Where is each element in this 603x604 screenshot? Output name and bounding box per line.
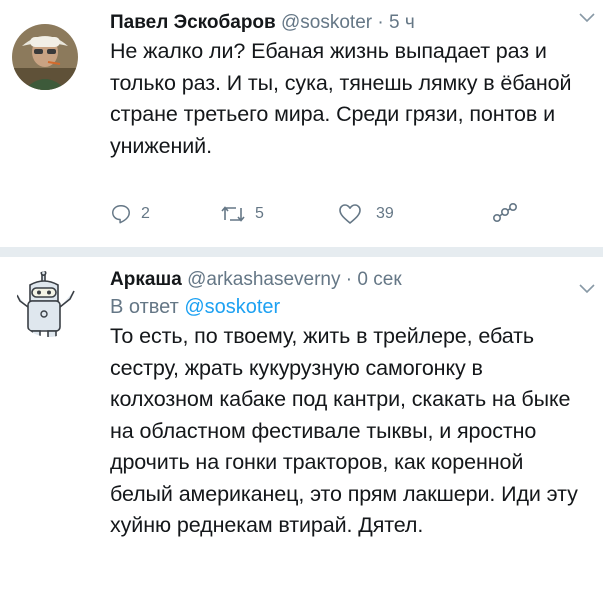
reply-count: 2 xyxy=(141,205,150,222)
retweet-button[interactable]: 5 xyxy=(220,203,264,225)
avatar[interactable] xyxy=(16,271,82,337)
chevron-down-icon[interactable] xyxy=(579,281,595,297)
tweet-text: Не жалко ли? Ебаная жизнь выпадает раз и… xyxy=(110,39,572,158)
username[interactable]: @arkashaseverny xyxy=(187,269,340,290)
chevron-down-icon[interactable] xyxy=(579,10,595,26)
heart-icon xyxy=(338,203,362,225)
username[interactable]: @soskoter xyxy=(281,12,372,33)
reply-context: В ответ @soskoter xyxy=(110,293,589,321)
share-button[interactable] xyxy=(492,203,518,225)
like-button[interactable]: 39 xyxy=(338,203,394,225)
tweet-2[interactable]: Аркаша @arkashaseverny · 0 сек В ответ @… xyxy=(0,257,603,604)
reply-icon xyxy=(110,203,132,225)
display-name[interactable]: Павел Эскобаров xyxy=(110,12,276,33)
timestamp[interactable]: 0 сек xyxy=(357,269,401,290)
reply-mention-link[interactable]: @soskoter xyxy=(184,296,280,318)
reply-button[interactable]: 2 xyxy=(110,203,150,225)
separator-dot: · xyxy=(377,12,384,33)
tweet-1[interactable]: Павел Эскобаров @soskoter · 5 ч Не жалко… xyxy=(0,0,603,247)
display-name[interactable]: Аркаша xyxy=(110,269,182,290)
tweet-header: Павел Эскобаров @soskoter · 5 ч xyxy=(110,10,589,36)
avatar[interactable] xyxy=(12,24,78,90)
timestamp[interactable]: 5 ч xyxy=(389,12,415,33)
share-icon xyxy=(492,203,518,225)
robot-avatar-icon xyxy=(16,271,75,337)
tweet-header: Аркаша @arkashaseverny · 0 сек xyxy=(110,267,589,293)
like-count: 39 xyxy=(376,205,394,222)
tweet-text: То есть, по твоему, жить в трейлере, еба… xyxy=(110,324,578,537)
retweet-count: 5 xyxy=(255,205,264,222)
tweet-actions: 2 5 39 xyxy=(110,203,530,233)
retweet-icon xyxy=(220,203,246,225)
user-photo-icon xyxy=(12,24,78,90)
reply-prefix: В ответ xyxy=(110,296,179,318)
tweet-separator xyxy=(0,247,603,257)
separator-dot: · xyxy=(345,269,353,290)
